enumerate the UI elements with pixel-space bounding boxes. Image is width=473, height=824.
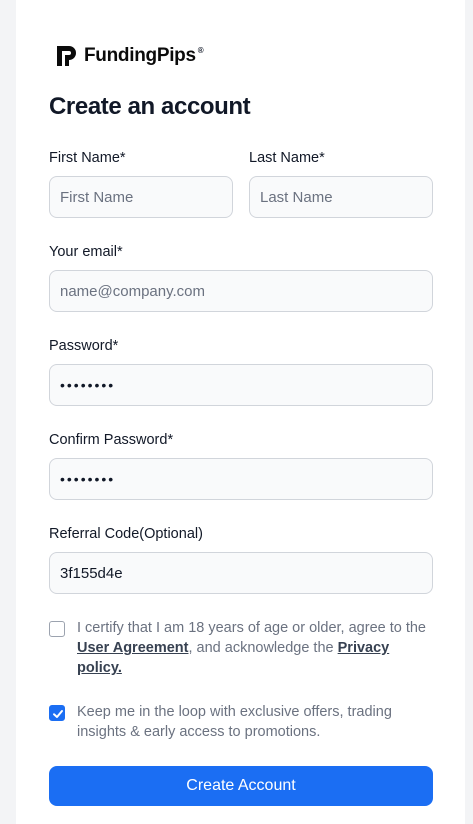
last-name-label: Last Name* bbox=[249, 150, 325, 166]
newsletter-text: Keep me in the loop with exclusive offer… bbox=[77, 704, 392, 740]
brand-name: FundingPips bbox=[84, 45, 196, 66]
confirm-password-label: Confirm Password* bbox=[49, 432, 174, 448]
first-name-label: First Name* bbox=[49, 150, 126, 166]
password-input[interactable] bbox=[49, 364, 433, 406]
page-title: Create an account bbox=[49, 93, 251, 120]
registered-mark: ® bbox=[197, 45, 204, 55]
first-name-input[interactable] bbox=[49, 176, 233, 218]
checkmark-icon bbox=[53, 710, 63, 718]
signup-card: FundingPips ® Create an account First Na… bbox=[16, 0, 465, 824]
referral-code-label: Referral Code(Optional) bbox=[49, 526, 203, 542]
email-input[interactable] bbox=[49, 270, 433, 312]
agreement-text: I certify that I am 18 years of age or o… bbox=[77, 620, 426, 676]
fundingpips-logo-icon bbox=[57, 46, 76, 66]
confirm-password-input[interactable] bbox=[49, 458, 433, 500]
referral-code-input[interactable] bbox=[49, 552, 433, 594]
email-label: Your email* bbox=[49, 244, 123, 260]
brand-logo[interactable]: FundingPips ® bbox=[56, 44, 204, 68]
last-name-input[interactable] bbox=[249, 176, 433, 218]
create-account-button[interactable]: Create Account bbox=[49, 766, 433, 806]
password-label: Password* bbox=[49, 338, 119, 354]
newsletter-checkbox[interactable] bbox=[49, 705, 65, 721]
user-agreement-link[interactable]: User Agreement bbox=[77, 640, 188, 656]
agreement-checkbox[interactable] bbox=[49, 621, 65, 637]
